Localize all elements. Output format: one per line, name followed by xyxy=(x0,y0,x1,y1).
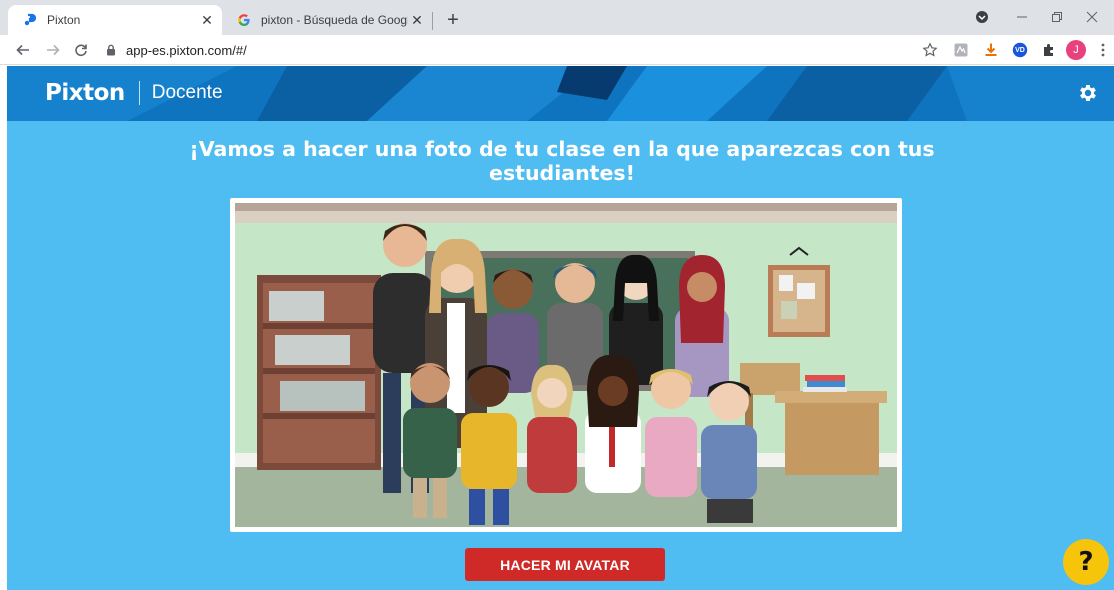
bookmark-star-icon[interactable] xyxy=(921,41,939,59)
app-header: Pixton Docente xyxy=(7,66,1114,121)
pixton-app: Pixton Docente ¡Vamos a hacer una foto d… xyxy=(7,66,1114,590)
forward-arrow-icon[interactable] xyxy=(42,39,64,61)
extensions-puzzle-icon[interactable] xyxy=(1040,41,1058,59)
settings-gear-icon[interactable] xyxy=(1077,82,1099,104)
vd-extension-label: VD xyxy=(1015,46,1025,54)
tab-close-icon[interactable]: ✕ xyxy=(408,11,426,29)
url-text: app-es.pixton.com/#/ xyxy=(126,42,247,58)
pixton-favicon-icon xyxy=(22,12,38,28)
profile-menu-icon[interactable] xyxy=(968,6,996,28)
restore-icon[interactable] xyxy=(1043,6,1071,28)
tab-pixton[interactable]: Pixton ✕ xyxy=(8,5,222,35)
page-headline: ¡Vamos a hacer una foto de tu clase en l… xyxy=(189,137,935,185)
tab-google-search[interactable]: pixton - Búsqueda de Google ✕ xyxy=(222,5,432,35)
tab-title: Pixton xyxy=(47,13,81,27)
new-tab-icon[interactable]: + xyxy=(442,9,464,31)
reload-icon[interactable] xyxy=(70,39,92,61)
lock-icon xyxy=(107,44,115,56)
class-photo-illustration xyxy=(230,198,902,532)
back-arrow-icon[interactable] xyxy=(12,39,34,61)
browser-menu-kebab-icon[interactable] xyxy=(1094,41,1112,59)
make-avatar-button[interactable]: HACER MI AVATAR xyxy=(465,548,665,581)
vd-extension-icon[interactable]: VD xyxy=(1011,41,1029,59)
google-g-icon xyxy=(236,12,252,28)
logo-wordmark: Pixton xyxy=(45,80,125,106)
pixton-logo[interactable]: Pixton Docente xyxy=(45,76,223,110)
browser-toolbar: app-es.pixton.com/#/ VD J xyxy=(0,35,1114,65)
role-label: Docente xyxy=(151,82,223,103)
classroom-scene-image xyxy=(235,203,897,527)
logo-divider xyxy=(138,81,140,105)
profile-avatar[interactable]: J xyxy=(1066,40,1086,60)
address-bar[interactable]: app-es.pixton.com/#/ xyxy=(104,37,944,63)
browser-tab-strip: Pixton ✕ pixton - Búsqueda de Google ✕ + xyxy=(0,0,1114,35)
tab-title: pixton - Búsqueda de Google xyxy=(261,13,408,27)
download-extension-icon[interactable] xyxy=(982,41,1000,59)
close-window-icon[interactable] xyxy=(1078,6,1106,28)
tab-divider xyxy=(432,12,433,30)
minimize-icon[interactable] xyxy=(1008,6,1036,28)
tab-close-icon[interactable]: ✕ xyxy=(198,11,216,29)
pdf-extension-icon[interactable] xyxy=(952,41,970,59)
help-question-button[interactable]: ? xyxy=(1063,539,1109,585)
